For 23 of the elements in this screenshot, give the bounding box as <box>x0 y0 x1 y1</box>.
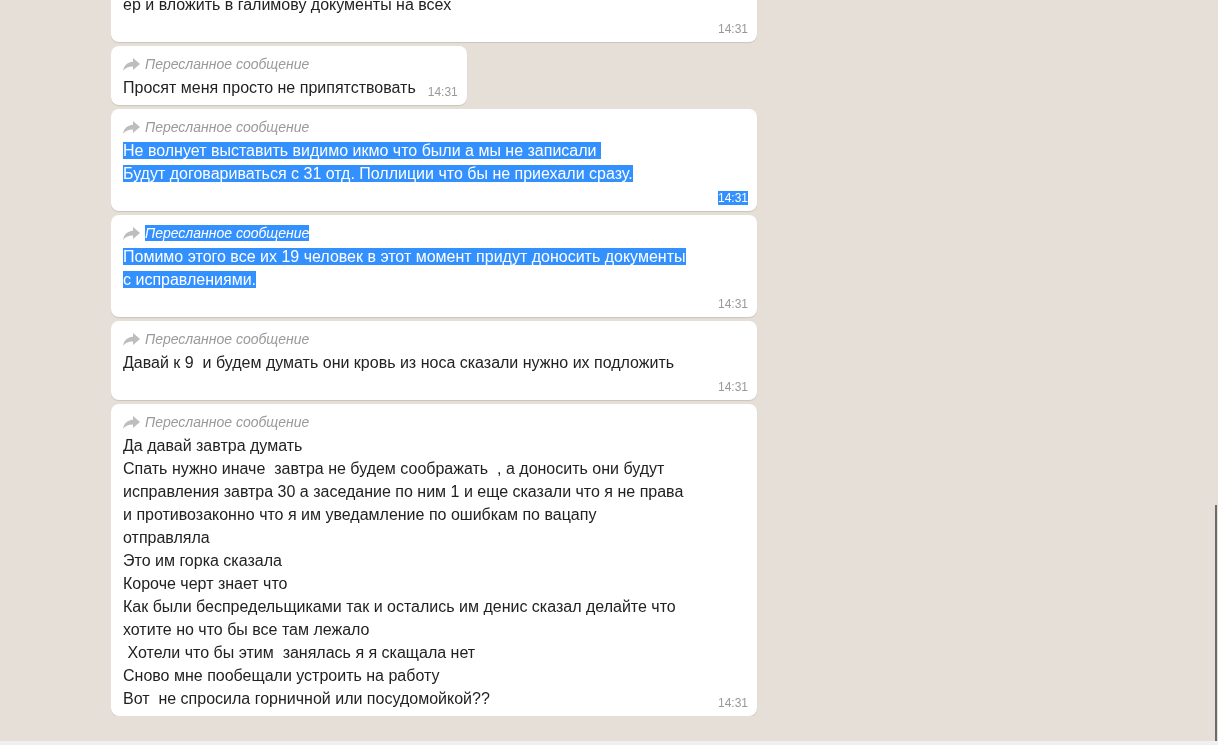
message-time: 14:31 <box>717 22 748 36</box>
forward-arrow-icon <box>123 415 140 429</box>
forwarded-label: Пересланное сообщение <box>145 119 310 135</box>
forwarded-label: Пересланное сообщение <box>145 56 310 72</box>
message-time: 14:31 <box>717 696 748 710</box>
message-text: Давай к 9 и будем думать они кровь из носа сказали нужно их подложить <box>123 353 676 373</box>
forward-arrow-icon <box>123 120 140 134</box>
message-time: 14:31 <box>717 191 748 205</box>
scrollbar-thumb[interactable] <box>1215 505 1217 741</box>
forwarded-label: Пересланное сообщение <box>145 225 310 241</box>
forward-arrow-icon <box>123 332 140 346</box>
message-text: Не волнует выставить видимо икмо что были а мы не записали Будут договариваться с 31 отд. Поллиции что бы не приехали сразу. <box>123 141 634 184</box>
forwarded-label: Пересланное сообщение <box>145 331 310 347</box>
message-text: ер и вложить в галимову документы на всех <box>123 0 453 15</box>
forward-arrow-icon <box>123 57 140 71</box>
message-time: 14:31 <box>717 297 748 311</box>
forwarded-label: Пересланное сообщение <box>145 414 310 430</box>
message-text: Просят меня просто не припятствовать <box>123 78 416 98</box>
message-text: Помимо этого все их 19 человек в этот момент придут доносить документы с исправлениями. <box>123 247 687 290</box>
forward-arrow-icon <box>123 226 140 240</box>
message-time: 14:31 <box>717 380 748 394</box>
message-time: 14:31 <box>427 85 458 99</box>
message-text: Да давай завтра думать Спать нужно иначе завтра не будем соображать , а доносить они будут исправления завтра 30 а заседание по ним 1 и еще сказали что я не права и противозаконно что я им уведамление по ошибкам по вацапу отправляла Это им горка сказала Короче черт знает что Как были беспредельщиками так и остались им денис сказал делайте что хотите но что бы все там лежало Хотели что бы этим занялась я я скащала нет Сново мне пообещали устроить на работу Вот не спросила горничной или посудомойкой?? <box>123 436 685 709</box>
